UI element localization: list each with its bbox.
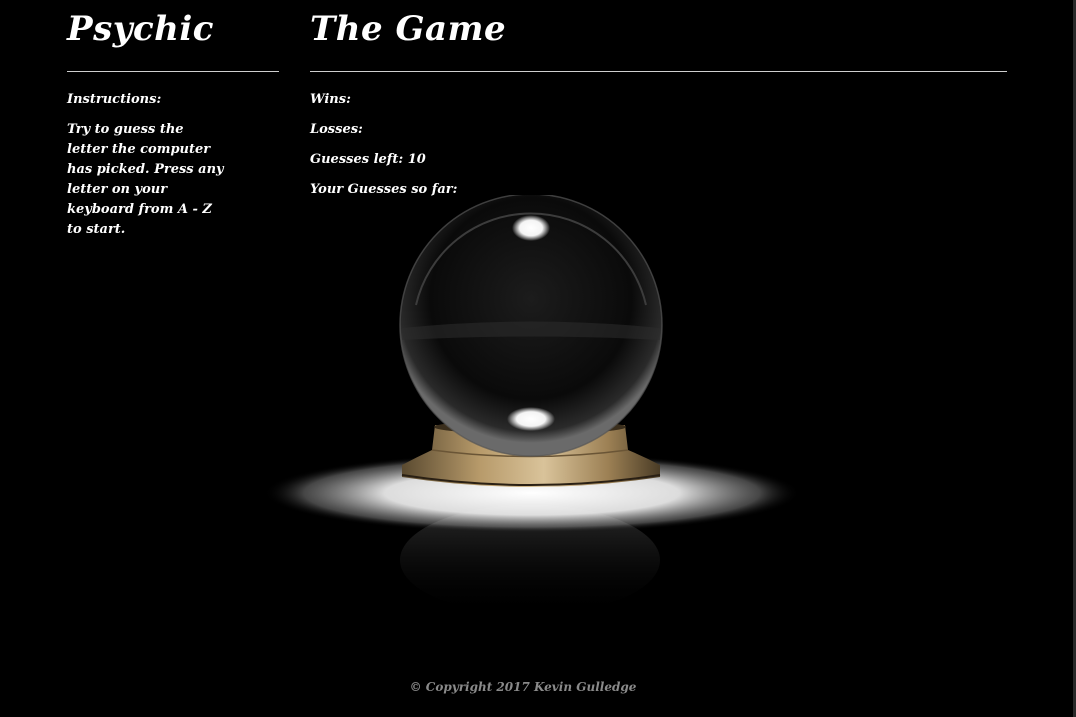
right-divider (310, 71, 1007, 72)
instructions-heading: Instructions: (67, 92, 162, 107)
losses-label: Losses: (310, 122, 363, 137)
wins-label: Wins: (310, 92, 351, 107)
left-divider (67, 71, 279, 72)
instructions-text: Try to guess the letter the computer has… (67, 122, 224, 237)
copyright-text: © Copyright 2017 Kevin Gulledge (409, 680, 637, 694)
psychic-title: Psychic (67, 9, 215, 49)
game-title: The Game (310, 9, 507, 49)
footer: © Copyright 2017 Kevin Gulledge (0, 680, 1076, 694)
guesses-left-label: Guesses left: 10 (310, 152, 426, 167)
page: Psychic The Game Instructions: Try to gu… (0, 0, 1076, 717)
crystal-ball-icon (264, 195, 800, 615)
